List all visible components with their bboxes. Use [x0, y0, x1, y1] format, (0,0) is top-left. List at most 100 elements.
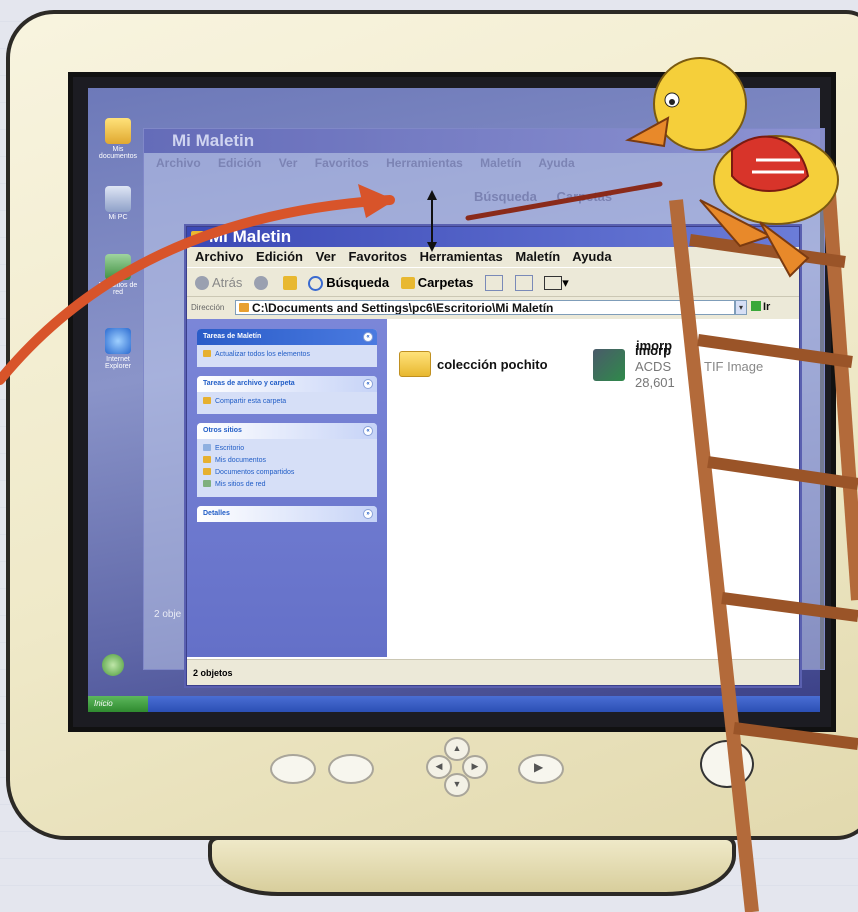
- start-button[interactable]: Inicio: [88, 696, 148, 712]
- place-link[interactable]: Documentos compartidos: [203, 467, 371, 479]
- menu-archivo[interactable]: Archivo: [195, 249, 243, 264]
- panel-header[interactable]: Tareas de archivo y carpeta «: [197, 376, 377, 392]
- update-icon: [203, 350, 211, 357]
- bg-toolbar-busqueda: Búsqueda: [474, 189, 537, 204]
- bg-menu-herramientas: Herramientas: [386, 156, 463, 170]
- search-label: Búsqueda: [326, 274, 390, 290]
- desktop-icon-label: Mis documentos: [98, 146, 138, 160]
- status-bar: 2 objetos: [187, 659, 799, 685]
- menu-edicion[interactable]: Edición: [256, 249, 303, 264]
- bg-menu-ayuda: Ayuda: [538, 156, 575, 170]
- folders-label: Carpetas: [417, 274, 474, 290]
- place-link[interactable]: Mis sitios de red: [203, 479, 371, 491]
- start-label: Inicio: [94, 699, 113, 708]
- desktop-icon: [203, 444, 211, 451]
- collapse-icon[interactable]: «: [363, 332, 373, 342]
- bg-menu-maletin: Maletín: [480, 156, 522, 170]
- panel-header[interactable]: Tareas de Maletín «: [197, 329, 377, 345]
- folder-icon: [105, 118, 131, 144]
- address-label: Dirección: [191, 303, 225, 312]
- views-button[interactable]: ▾: [544, 269, 569, 297]
- task-link-label: Compartir esta carpeta: [215, 398, 287, 405]
- menubar: Archivo Edición Ver Favoritos Herramient…: [187, 247, 799, 267]
- sync-icon: [484, 275, 503, 292]
- briefcase-icon: [191, 231, 204, 242]
- place-link-label: Mis documentos: [215, 457, 266, 464]
- place-link-label: Documentos compartidos: [215, 469, 295, 476]
- task-link-label: Actualizar todos los elementos: [215, 351, 310, 358]
- desktop-icon-mis-documentos[interactable]: Mis documentos: [98, 118, 138, 160]
- panel-tareas-maletin: Tareas de Maletín « Actualizar todos los …: [197, 329, 377, 367]
- task-link[interactable]: Actualizar todos los elementos: [203, 349, 371, 361]
- views-icon: [544, 276, 563, 291]
- collapse-icon[interactable]: «: [363, 379, 373, 389]
- menu-favoritos[interactable]: Favoritos: [348, 249, 407, 264]
- desktop-icon-internet-explorer[interactable]: Internet Explorer: [98, 328, 138, 370]
- file-item-coleccion-pochito[interactable]: colección pochito: [437, 357, 548, 372]
- background-window-menubar: Archivo Edición Ver Favoritos Herramient…: [144, 153, 824, 173]
- monitor-stand: [208, 836, 736, 896]
- sync-button[interactable]: [484, 269, 503, 297]
- desktop-icon-label: Internet Explorer: [104, 356, 132, 370]
- menu-ver[interactable]: Ver: [316, 249, 336, 264]
- power-button: [700, 740, 754, 788]
- panel-title: Tareas de archivo y carpeta: [203, 380, 295, 387]
- desktop-icon-mi-pc[interactable]: Mi PC: [98, 186, 138, 221]
- move-icon: [514, 275, 533, 292]
- go-button[interactable]: Ir: [751, 300, 770, 315]
- address-path: C:\Documents and Settings\pc6\Escritorio…: [252, 301, 554, 315]
- back-label: Atrás: [212, 274, 243, 290]
- network-icon: [203, 480, 211, 487]
- panel-tareas-archivo: Tareas de archivo y carpeta « Compartir e…: [197, 376, 377, 414]
- forward-button[interactable]: [253, 269, 271, 297]
- expand-icon[interactable]: »: [363, 509, 373, 519]
- address-dropdown[interactable]: ▾: [735, 300, 747, 315]
- menu-ayuda[interactable]: Ayuda: [572, 249, 611, 264]
- menu-maletin[interactable]: Maletín: [515, 249, 560, 264]
- back-button[interactable]: Atrás: [195, 269, 242, 297]
- background-window-title: Mi Maletin: [144, 129, 824, 153]
- panel-title: Otros sitios: [203, 427, 242, 434]
- share-folder-icon: [203, 397, 211, 404]
- dpad-down-icon: ▼: [444, 773, 470, 797]
- panel-header[interactable]: Otros sitios «: [197, 423, 377, 439]
- task-link[interactable]: Compartir esta carpeta: [203, 396, 371, 408]
- desktop-icon-mis-sitios-de-red[interactable]: Mis sitios de red: [98, 254, 138, 296]
- forward-arrow-icon: [253, 276, 268, 291]
- up-folder-button[interactable]: [282, 269, 297, 297]
- toolbar: Atrás Búsqueda Carpetas ▾: [187, 267, 799, 296]
- bg-menu-archivo: Archivo: [156, 156, 201, 170]
- back-arrow-icon: [195, 276, 209, 291]
- place-link[interactable]: Mis documentos: [203, 455, 371, 467]
- panel-otros-sitios: Otros sitios « Escritorio Mis documentos …: [197, 423, 377, 497]
- briefcase-icon: [239, 303, 249, 312]
- go-arrow-icon: [751, 301, 761, 311]
- bg-menu-edicion: Edición: [218, 156, 262, 170]
- folder-icon[interactable]: [399, 351, 431, 377]
- bg-menu-ver: Ver: [278, 156, 298, 170]
- folder-icon: [203, 456, 211, 463]
- folders-icon: [400, 277, 415, 290]
- up-folder-icon: [282, 276, 297, 291]
- menu-herramientas[interactable]: Herramientas: [420, 249, 503, 264]
- explorer-window: Mi Maletin Archivo Edición Ver Favoritos…: [186, 226, 800, 686]
- place-link[interactable]: Escritorio: [203, 443, 371, 455]
- taskbar: Inicio: [88, 696, 820, 712]
- move-button[interactable]: [514, 269, 533, 297]
- recycle-bin-icon[interactable]: [102, 654, 124, 676]
- image-file-icon[interactable]: [593, 349, 625, 381]
- window-titlebar[interactable]: Mi Maletin: [187, 227, 799, 247]
- panel-header[interactable]: Detalles »: [197, 506, 377, 522]
- network-icon: [105, 254, 131, 280]
- task-pane: Tareas de Maletín « Actualizar todos los …: [187, 319, 387, 657]
- file-item-image-name[interactable]: imorp: [635, 343, 671, 358]
- panel-title: Detalles: [203, 510, 230, 517]
- status-text: 2 objetos: [193, 668, 233, 678]
- folders-button[interactable]: Carpetas: [400, 269, 474, 297]
- panel-detalles: Detalles »: [197, 506, 377, 522]
- address-input[interactable]: C:\Documents and Settings\pc6\Escritorio…: [235, 300, 735, 315]
- go-label: Ir: [763, 301, 771, 313]
- collapse-icon[interactable]: «: [363, 426, 373, 436]
- search-button[interactable]: Búsqueda: [308, 269, 389, 297]
- window-title: Mi Maletin: [209, 227, 292, 246]
